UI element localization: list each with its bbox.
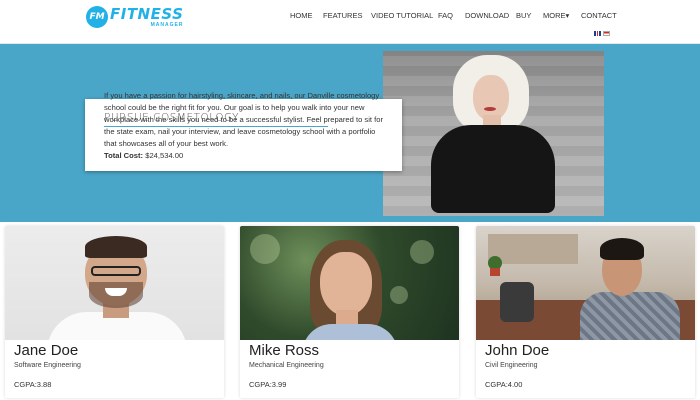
logo-name: FITNESS [110,4,184,23]
profile-photo-2 [240,226,459,340]
profile-role: Software Engineering [14,362,81,369]
nav-more-dropdown[interactable]: MORE▾ [543,11,569,20]
profile-name: Jane Doe [14,342,79,359]
brand-logo[interactable]: FM FITNESS MANAGER [86,4,183,30]
profile-photo-3 [476,226,695,340]
cost-value: $24,534.00 [145,151,184,160]
profile-name: Mike Ross [249,342,320,359]
logo-badge: FM [86,6,108,28]
profile-cgpa: CGPA:4.00 [485,380,523,389]
profile-role: Civil Engineering [485,362,538,369]
profile-card-2[interactable]: Mike Ross Mechanical Engineering CGPA:3.… [240,226,459,398]
nav-buy[interactable]: BUY [516,11,531,20]
uk-flag-icon[interactable] [594,31,601,36]
cost-label: Total Cost: [104,151,144,160]
profile-photo-1 [5,226,224,340]
nav-home[interactable]: HOME [290,11,313,20]
navbar: FM FITNESS MANAGER HOME FEATURES VIDEO T… [0,0,700,44]
total-cost: Total Cost: $24,534.00 [104,150,390,162]
profile-card-3[interactable]: John Doe Civil Engineering CGPA:4.00 [476,226,695,398]
profile-role: Mechanical Engineering [249,362,324,369]
logo-tagline: MANAGER [150,21,184,28]
nav-faq[interactable]: FAQ [438,11,453,20]
nav-download[interactable]: DOWNLOAD [465,11,509,20]
hero-description: If you have a passion for hairstyling, s… [104,90,390,162]
profile-cgpa: CGPA:3.99 [249,380,287,389]
language-switcher [594,31,610,36]
hero-model-photo [383,51,604,216]
hero-body-text: If you have a passion for hairstyling, s… [104,91,383,148]
alt-language-flag-icon[interactable] [603,31,610,36]
profile-name: John Doe [485,342,550,359]
nav-video-tutorial[interactable]: VIDEO TUTORIAL [371,11,433,20]
profile-cgpa: CGPA:3.88 [14,380,52,389]
profile-card-1[interactable]: Jane Doe Software Engineering CGPA:3.88 [5,226,224,398]
nav-features[interactable]: FEATURES [323,11,362,20]
nav-contact[interactable]: CONTACT [581,11,617,20]
